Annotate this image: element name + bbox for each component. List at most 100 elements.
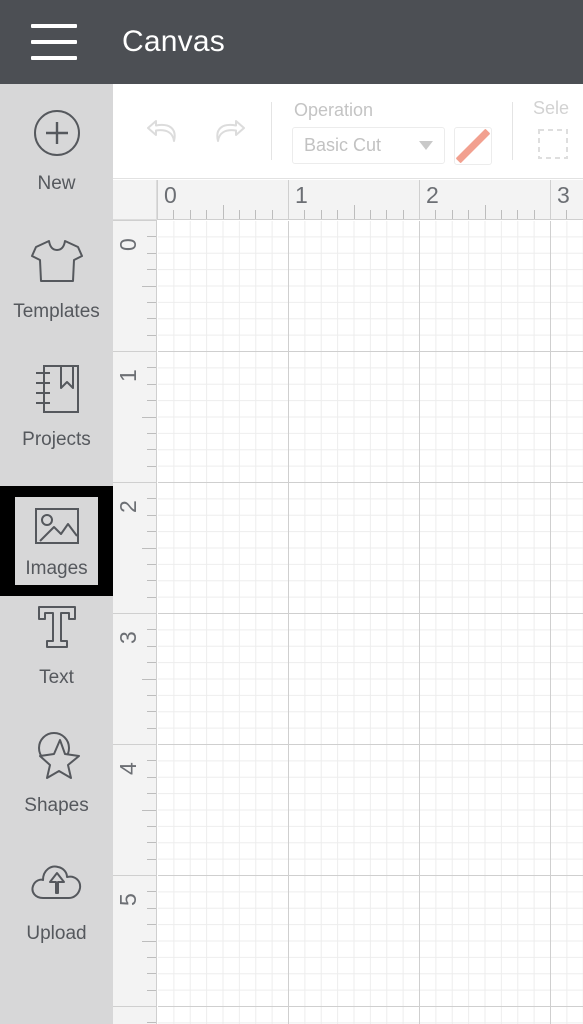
ruler-v-tick	[147, 236, 156, 238]
ruler-h-tick	[222, 205, 224, 219]
ruler-v-tick	[147, 400, 156, 402]
ruler-v-tick	[147, 432, 156, 434]
ruler-v-tick	[142, 809, 156, 811]
sidebar-item-label: Text	[39, 667, 74, 688]
edit-toolbar: Operation Basic Cut Sele	[113, 84, 583, 179]
ruler-v-tick	[147, 580, 156, 582]
ruler-h-tick	[189, 210, 191, 219]
ruler-h-number: 1	[295, 182, 308, 208]
ruler-v-number: 4	[115, 762, 141, 775]
ruler-h-number: 0	[164, 182, 177, 208]
ruler-v-tick	[113, 482, 156, 483]
ruler-h-tick	[451, 210, 453, 219]
ruler-v-tick	[142, 285, 156, 287]
ruler-v-tick	[147, 727, 156, 729]
select-all-group: Sele	[533, 96, 570, 166]
ruler-v-number: 5	[115, 893, 141, 906]
plus-circle-icon	[31, 102, 83, 164]
ruler-v-tick	[147, 465, 156, 467]
ruler-v-tick	[147, 563, 156, 565]
ruler-h-tick	[566, 210, 568, 219]
ruler-v-tick	[113, 613, 156, 614]
sidebar-item-new[interactable]: New	[0, 102, 113, 230]
ruler-h-tick	[304, 210, 306, 219]
operation-row: Basic Cut	[292, 126, 492, 165]
color-swatch[interactable]	[454, 126, 492, 165]
ruler-v-tick	[113, 875, 156, 876]
ruler-v-number: 2	[115, 500, 141, 513]
ruler-h-tick	[419, 180, 420, 219]
hamburger-bar	[31, 24, 77, 28]
ruler-v-tick	[147, 711, 156, 713]
canvas-grid[interactable]	[158, 221, 583, 1024]
ruler-v-tick	[147, 858, 156, 860]
ruler-h-tick	[517, 210, 519, 219]
ruler-v-tick	[147, 629, 156, 631]
ruler-v-tick	[147, 973, 156, 975]
sidebar-item-images[interactable]: Images	[0, 486, 113, 596]
ruler-h-tick	[369, 210, 371, 219]
ruler-v-tick	[142, 678, 156, 680]
ruler-h-tick	[468, 210, 470, 219]
undo-arrow-icon[interactable]	[141, 109, 185, 153]
hamburger-bar	[31, 56, 77, 60]
ruler-v-tick	[142, 416, 156, 418]
sidebar-item-templates[interactable]: Templates	[0, 230, 113, 358]
text-t-icon	[31, 596, 83, 658]
ruler-h-tick	[386, 210, 388, 219]
sidebar-item-label: Upload	[26, 923, 87, 944]
history-group	[113, 109, 251, 153]
ruler-h-tick	[484, 205, 486, 219]
ruler-h-tick	[288, 180, 289, 219]
ruler-v-tick	[147, 301, 156, 303]
dashed-selection-icon[interactable]	[533, 127, 570, 166]
toolbar-divider	[512, 102, 513, 160]
ruler-v-tick	[147, 645, 156, 647]
ruler-v-tick	[147, 907, 156, 909]
ruler-v-number: 0	[115, 238, 141, 251]
tshirt-icon	[28, 230, 86, 292]
cloud-upload-icon	[28, 852, 86, 914]
ruler-h-tick	[353, 205, 355, 219]
sidebar-item-shapes[interactable]: Shapes	[0, 724, 113, 852]
image-picture-icon	[32, 502, 82, 552]
ruler-v-tick	[147, 1022, 156, 1024]
ruler-v-tick	[147, 842, 156, 844]
ruler-v-tick	[147, 318, 156, 320]
hamburger-menu-icon[interactable]	[31, 24, 77, 60]
ruler-v-tick	[147, 334, 156, 336]
cricut-design-space-app: Canvas New Templates Projects Images Tex…	[0, 0, 583, 1024]
ruler-v-tick	[147, 760, 156, 762]
app-header: Canvas	[0, 0, 583, 84]
ruler-v-tick	[147, 694, 156, 696]
hamburger-bar	[31, 40, 77, 44]
ruler-h-number: 3	[557, 182, 570, 208]
ruler-v-tick	[142, 940, 156, 942]
ruler-v-tick	[147, 776, 156, 778]
ruler-v-tick	[147, 891, 156, 893]
ruler-v-tick	[147, 956, 156, 958]
ruler-v-tick	[147, 793, 156, 795]
redo-arrow-icon[interactable]	[207, 109, 251, 153]
left-sidebar: New Templates Projects Images Text Shape…	[0, 84, 113, 1024]
ruler-v-tick	[147, 924, 156, 926]
chevron-down-icon	[419, 141, 433, 150]
sidebar-item-projects[interactable]: Projects	[0, 358, 113, 486]
sidebar-item-label: Images	[25, 558, 88, 579]
ruler-h-tick	[157, 180, 158, 219]
ruler-h-tick	[402, 210, 404, 219]
ruler-h-tick	[337, 210, 339, 219]
ruler-v-tick	[147, 989, 156, 991]
sidebar-item-upload[interactable]: Upload	[0, 852, 113, 980]
operation-select[interactable]: Basic Cut	[292, 127, 445, 164]
ruler-h-tick	[206, 210, 208, 219]
ruler-h-tick	[320, 210, 322, 219]
sidebar-item-label: Templates	[13, 301, 100, 322]
ruler-v-tick	[147, 449, 156, 451]
ruler-v-number: 1	[115, 369, 141, 382]
canvas-workspace[interactable]: 0123 0123456	[113, 180, 583, 1024]
sidebar-item-text[interactable]: Text	[0, 596, 113, 724]
ruler-v-tick	[113, 220, 156, 221]
ruler-h-tick	[238, 210, 240, 219]
ruler-v-tick	[147, 269, 156, 271]
